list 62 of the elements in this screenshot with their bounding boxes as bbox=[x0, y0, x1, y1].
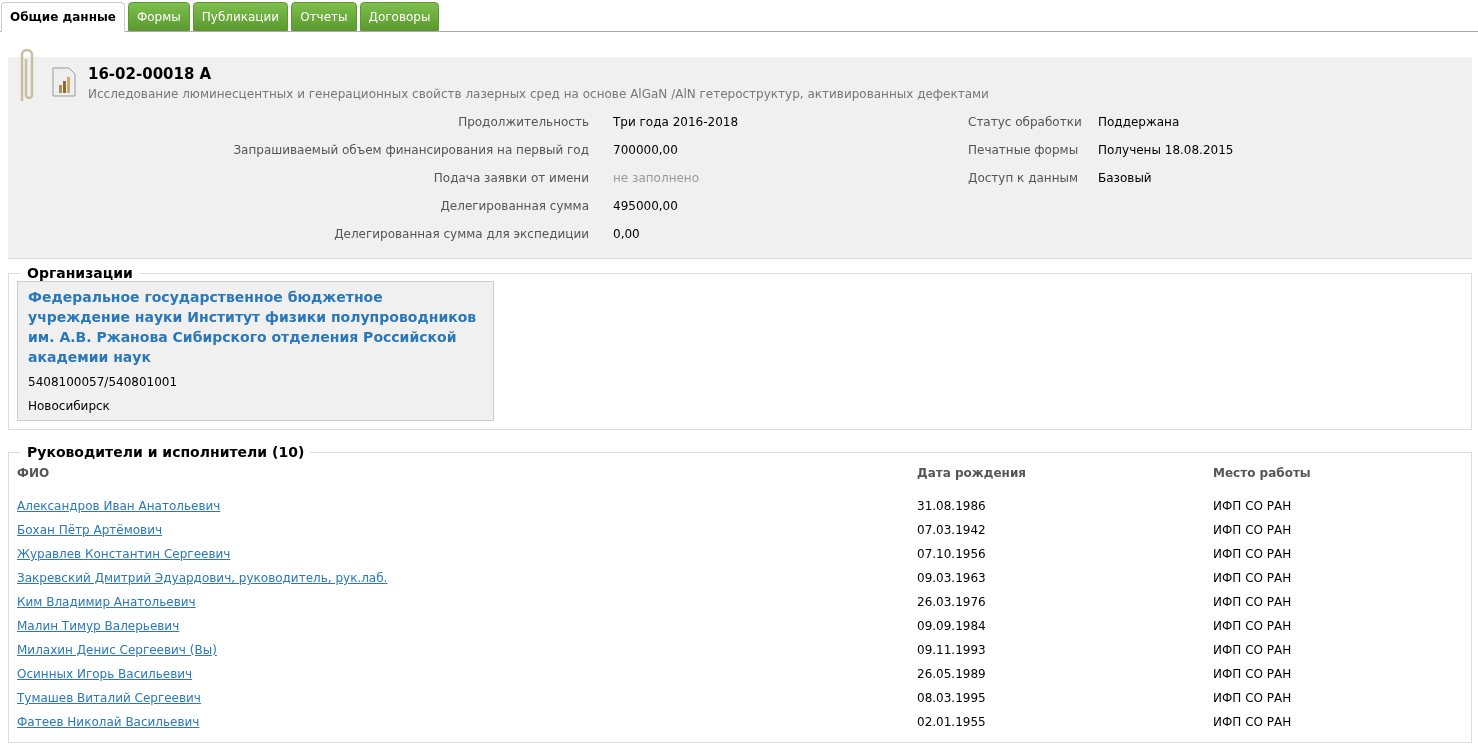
tab[interactable]: Публикации bbox=[192, 2, 289, 31]
project-title: Исследование люминесцентных и генерационных свойств лазерных сред на основе AlGaN /AlN гетероструктур, активированных дефектами bbox=[88, 87, 990, 101]
person-link[interactable]: Александров Иван Анатольевич bbox=[17, 499, 221, 513]
column-header: Место работы bbox=[1213, 465, 1312, 482]
tab[interactable]: Формы bbox=[127, 2, 190, 31]
field-value: Три года 2016-2018 bbox=[613, 114, 740, 131]
table-cell-text: ИФП СО РАН bbox=[1213, 570, 1293, 587]
table-cell-text: 09.03.1963 bbox=[917, 570, 987, 587]
person-link[interactable]: Ким Владимир Анатольевич bbox=[17, 595, 196, 609]
field-label: Делегированная сумма для экспедиции bbox=[333, 226, 590, 243]
person-link[interactable]: Закревский Дмитрий Эдуардович, руководитель, рук.лаб. bbox=[17, 571, 388, 585]
table-cell-text: 31.08.1986 bbox=[917, 498, 987, 515]
table-cell-text: ИФП СО РАН bbox=[1213, 618, 1293, 635]
field-label: Запрашиваемый объем финансирования на первый год bbox=[232, 142, 590, 159]
table-cell-text: 02.01.1955 bbox=[917, 714, 987, 731]
section-title: Руководители и исполнители (10) bbox=[26, 444, 306, 460]
table-cell-text: 08.03.1995 bbox=[917, 690, 987, 707]
column-header: Дата рождения bbox=[917, 465, 1028, 482]
field-value: 495000,00 bbox=[613, 198, 679, 215]
field-value: Базовый bbox=[1098, 170, 1153, 187]
table-cell-text: ИФП СО РАН bbox=[1213, 498, 1293, 515]
organization-city: Новосибирск bbox=[28, 398, 111, 415]
field-value: Поддержана bbox=[1098, 114, 1181, 131]
field-label: Печатные формы bbox=[968, 142, 1080, 159]
tab[interactable]: Общие данные bbox=[1, 2, 125, 32]
organization-codes: 5408100057/540801001 bbox=[28, 374, 179, 391]
table-cell-text: ИФП СО РАН bbox=[1213, 522, 1293, 539]
organization-link[interactable]: Федеральное государственное бюджетное учреждение науки Институт физики полупроводников им. А.В. Ржанова Сибирского отделения Российской академии наук bbox=[28, 287, 483, 367]
field-value: не заполнено bbox=[613, 170, 701, 187]
field-label: Делегированная сумма bbox=[439, 198, 590, 215]
field-label: Статус обработки bbox=[968, 114, 1083, 131]
person-link[interactable]: Бохан Пётр Артёмович bbox=[17, 523, 163, 537]
section-title: Организации bbox=[26, 265, 134, 281]
column-header: ФИО bbox=[17, 460, 917, 494]
table-cell-text: 09.09.1984 bbox=[917, 618, 987, 635]
field-value: 0,00 bbox=[613, 226, 641, 243]
table-cell-text: ИФП СО РАН bbox=[1213, 594, 1293, 611]
tab[interactable]: Договоры bbox=[359, 2, 440, 31]
table-cell-text: 07.03.1942 bbox=[917, 522, 987, 539]
table-cell-text: 07.10.1956 bbox=[917, 546, 987, 563]
table-cell-text: 26.05.1989 bbox=[917, 666, 987, 683]
field-value: 700000,00 bbox=[613, 142, 679, 159]
field-label: Подача заявки от имени bbox=[432, 170, 590, 187]
table-cell-text: ИФП СО РАН bbox=[1213, 666, 1293, 683]
table-cell-text: ИФП СО РАН bbox=[1213, 546, 1293, 563]
person-link[interactable]: Журавлев Константин Сергеевич bbox=[17, 547, 231, 561]
field-value: Получены 18.08.2015 bbox=[1098, 142, 1235, 159]
table-cell-text: ИФП СО РАН bbox=[1213, 642, 1293, 659]
table-cell-text: ИФП СО РАН bbox=[1213, 690, 1293, 707]
table-cell-text: ИФП СО РАН bbox=[1213, 714, 1293, 731]
field-label: Доступ к данным bbox=[968, 170, 1079, 187]
person-link[interactable]: Осинных Игорь Васильевич bbox=[17, 667, 193, 681]
table-cell-text: 26.03.1976 bbox=[917, 594, 987, 611]
person-link[interactable]: Малин Тимур Валерьевич bbox=[17, 619, 180, 633]
person-link[interactable]: Фатеев Николай Васильевич bbox=[17, 715, 200, 729]
document-chart-icon bbox=[52, 67, 76, 97]
field-label: Продолжительность bbox=[457, 114, 590, 131]
table-cell-text: 09.11.1993 bbox=[917, 642, 987, 659]
project-number: 16-02-00018 А bbox=[88, 65, 213, 83]
person-link[interactable]: Милахин Денис Сергеевич (Вы) bbox=[17, 643, 217, 657]
tab[interactable]: Отчеты bbox=[291, 2, 357, 31]
person-link[interactable]: Тумашев Виталий Сергеевич bbox=[17, 691, 201, 705]
